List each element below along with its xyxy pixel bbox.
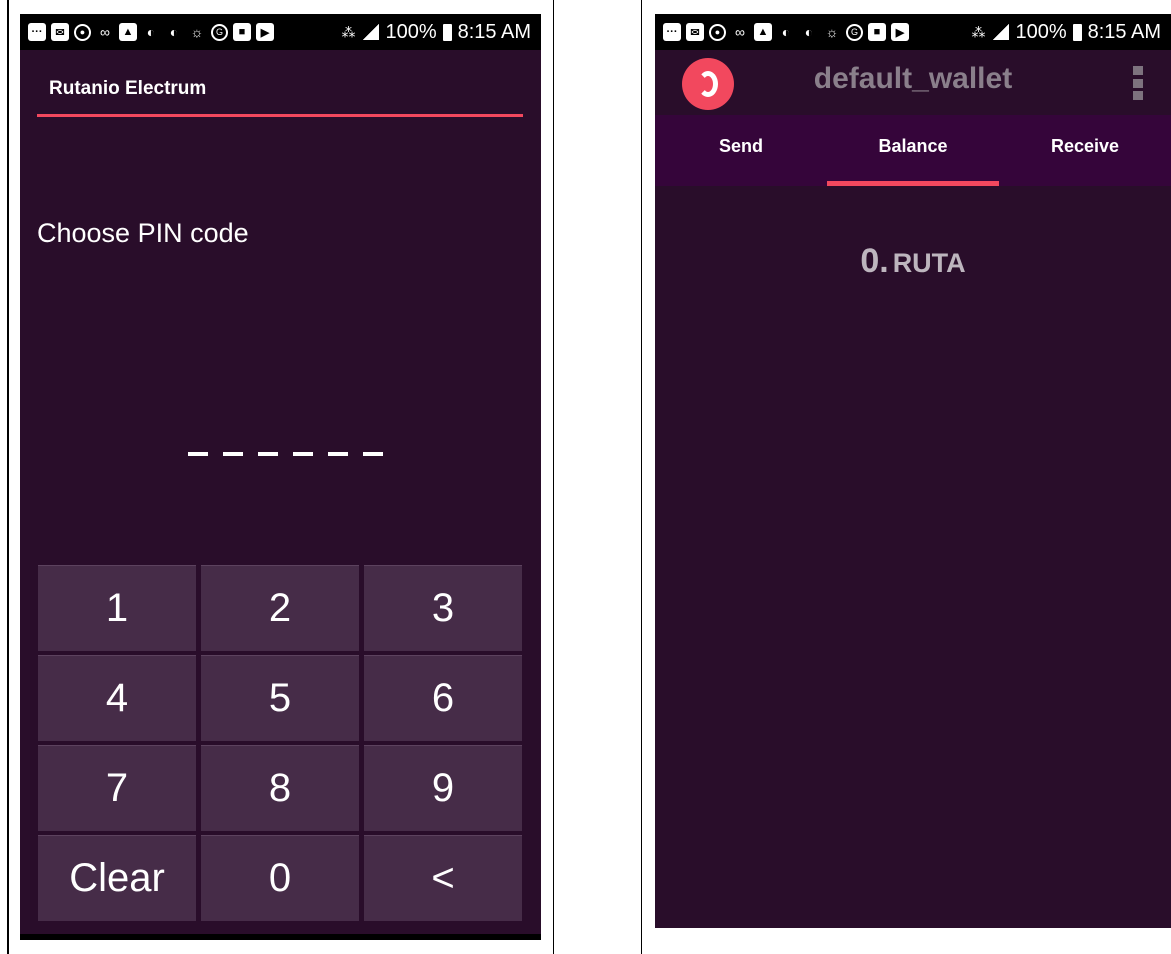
wallet-screen: ··· ✉ ● ∞ ▲ ◐ ◐ ☼ G ■ ▶ ⁂ 100% 8:15 AM d… — [655, 14, 1171, 928]
pin-screen-phone: ··· ✉ ● ∞ ▲ ◐ ◐ ☼ G ■ ▶ ⁂ 100% 8:15 AM R… — [20, 14, 541, 940]
app-icon: ◐ — [804, 24, 814, 40]
key-4-button[interactable]: 4 — [38, 655, 196, 741]
pin-digit-placeholder — [223, 452, 243, 456]
notification-icons: ··· ✉ ● ∞ ▲ ◐ ◐ ☼ G ■ ▶ — [20, 23, 274, 41]
status-right: ⁂ 100% 8:15 AM — [339, 21, 541, 44]
pin-digit-placeholder — [363, 452, 383, 456]
mail-icon: ✉ — [686, 23, 704, 41]
pin-keypad: 1 2 3 4 5 6 7 8 9 Clear 0 < — [38, 565, 524, 922]
google-icon: G — [211, 23, 228, 41]
overflow-menu-icon[interactable] — [1133, 66, 1143, 100]
messages-icon: ··· — [663, 23, 681, 41]
gallery-icon: ▲ — [119, 23, 137, 41]
weather-icon: ☼ — [190, 24, 204, 40]
key-8-button[interactable]: 8 — [201, 745, 359, 831]
backspace-button[interactable]: < — [364, 835, 522, 921]
messages-icon: ··· — [28, 23, 46, 41]
key-7-button[interactable]: 7 — [38, 745, 196, 831]
pin-screen: ··· ✉ ● ∞ ▲ ◐ ◐ ☼ G ■ ▶ ⁂ 100% 8:15 AM R… — [20, 14, 541, 934]
battery-percent: 100% — [1015, 20, 1067, 43]
key-2-button[interactable]: 2 — [201, 565, 359, 651]
weather-icon: ☼ — [825, 24, 839, 40]
clear-button[interactable]: Clear — [38, 835, 196, 921]
key-6-button[interactable]: 6 — [364, 655, 522, 741]
pin-digit-placeholder — [293, 452, 313, 456]
status-bar: ··· ✉ ● ∞ ▲ ◐ ◐ ☼ G ■ ▶ ⁂ 100% 8:15 AM — [20, 14, 541, 50]
battery-percent: 100% — [385, 20, 437, 43]
battery-icon — [442, 23, 452, 41]
gallery-icon: ▲ — [754, 23, 772, 41]
sync-icon: ● — [709, 23, 726, 41]
app-icon: ◐ — [169, 24, 179, 40]
balance-amount: 0. — [860, 242, 889, 280]
key-0-button[interactable]: 0 — [201, 835, 359, 921]
status-right: ⁂ 100% 8:15 AM — [969, 21, 1171, 44]
signal-icon — [993, 24, 1010, 40]
key-3-button[interactable]: 3 — [364, 565, 522, 651]
status-bar: ··· ✉ ● ∞ ▲ ◐ ◐ ☼ G ■ ▶ ⁂ 100% 8:15 AM — [655, 14, 1171, 50]
notification-icons: ··· ✉ ● ∞ ▲ ◐ ◐ ☼ G ■ ▶ — [655, 23, 909, 41]
tab-send[interactable]: Send — [655, 115, 827, 186]
app-icon: ◐ — [781, 24, 791, 40]
app-title: Rutanio Electrum — [49, 78, 207, 99]
battery-icon — [1072, 23, 1082, 41]
key-5-button[interactable]: 5 — [201, 655, 359, 741]
youtube-icon: ▶ — [256, 23, 274, 41]
vibrate-icon: ⁂ — [971, 23, 986, 40]
mail-icon: ✉ — [51, 23, 69, 41]
pin-entry-field — [188, 452, 383, 456]
voicemail-icon: ∞ — [100, 24, 110, 40]
wallet-tabs: Send Balance Receive — [655, 115, 1171, 186]
frame-left-border — [7, 0, 9, 954]
app-icon: ■ — [233, 23, 251, 41]
pin-prompt: Choose PIN code — [37, 218, 249, 248]
balance-unit: RUTA — [892, 248, 966, 278]
signal-icon — [363, 24, 380, 40]
clock: 8:15 AM — [1087, 20, 1161, 43]
key-1-button[interactable]: 1 — [38, 565, 196, 651]
google-icon: G — [846, 23, 863, 41]
pin-digit-placeholder — [328, 452, 348, 456]
vibrate-icon: ⁂ — [341, 23, 356, 40]
pin-digit-placeholder — [258, 452, 278, 456]
menu-dot — [1133, 91, 1143, 100]
youtube-icon: ▶ — [891, 23, 909, 41]
sync-icon: ● — [74, 23, 91, 41]
voicemail-icon: ∞ — [735, 24, 745, 40]
frame-divider — [553, 0, 554, 954]
wallet-name[interactable]: default_wallet — [655, 62, 1171, 96]
app-icon: ■ — [868, 23, 886, 41]
wallet-header: default_wallet — [655, 50, 1171, 115]
menu-dot — [1133, 66, 1143, 75]
tab-receive[interactable]: Receive — [999, 115, 1171, 186]
tab-balance[interactable]: Balance — [827, 115, 999, 186]
title-underline — [37, 114, 523, 117]
app-icon: ◐ — [146, 24, 156, 40]
menu-dot — [1133, 78, 1143, 88]
clock: 8:15 AM — [457, 20, 531, 43]
key-9-button[interactable]: 9 — [364, 745, 522, 831]
pin-digit-placeholder — [188, 452, 208, 456]
frame-divider — [641, 0, 642, 954]
balance-display: 0. RUTA — [655, 242, 1171, 281]
